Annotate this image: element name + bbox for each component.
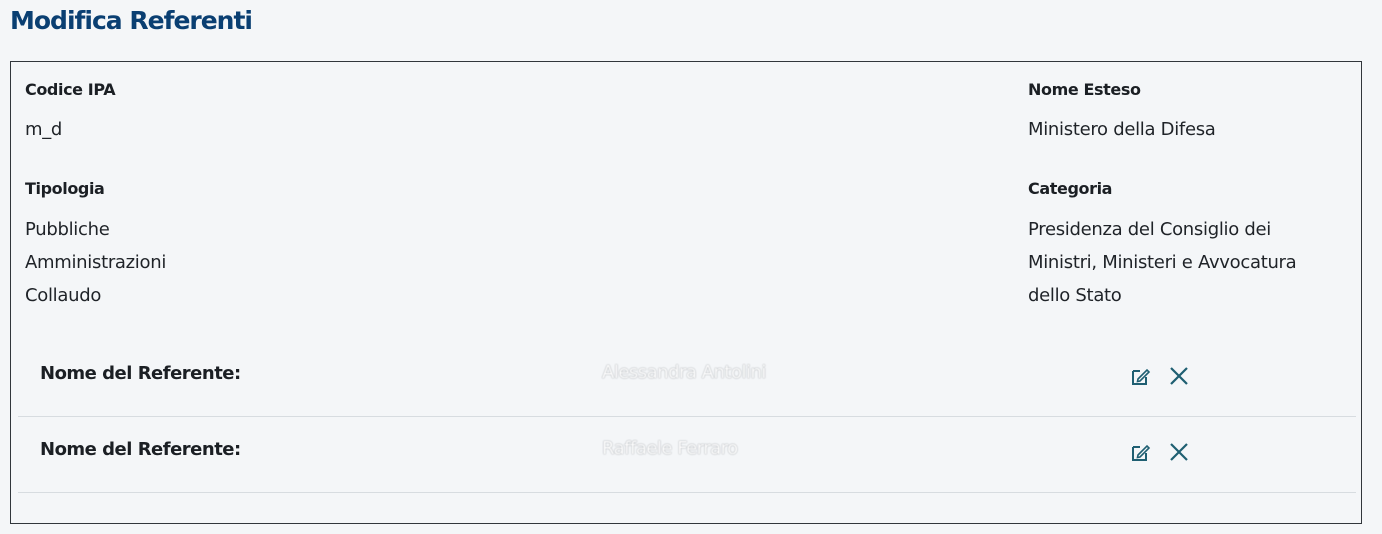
close-icon[interactable] <box>1166 439 1192 465</box>
codice-ipa-value: m_d <box>25 119 63 140</box>
referente-actions <box>1128 363 1192 389</box>
codice-ipa-label: Codice IPA <box>25 80 116 99</box>
nome-esteso-label: Nome Esteso <box>1028 80 1141 99</box>
referente-label: Nome del Referente: <box>40 439 241 460</box>
page-title: Modifica Referenti <box>10 6 253 35</box>
categoria-line: Presidenza del Consiglio dei <box>1028 219 1271 240</box>
categoria-line: Ministri, Ministeri e Avvocatura <box>1028 252 1297 273</box>
referente-row: Nome del Referente: Raffaele Ferraro <box>18 417 1356 493</box>
referente-actions <box>1128 439 1192 465</box>
tipologia-line: Collaudo <box>25 285 102 306</box>
categoria-line: dello Stato <box>1028 285 1122 306</box>
tipologia-line: Amministrazioni <box>25 252 167 273</box>
edit-icon[interactable] <box>1128 439 1154 465</box>
tipologia-line: Pubbliche <box>25 219 110 240</box>
ente-details-card: Codice IPA m_d Nome Esteso Ministero del… <box>10 61 1362 524</box>
referente-label: Nome del Referente: <box>40 363 241 384</box>
close-icon[interactable] <box>1166 363 1192 389</box>
referente-row: Nome del Referente: Alessandra Antolini <box>18 341 1356 417</box>
categoria-label: Categoria <box>1028 179 1113 198</box>
edit-icon[interactable] <box>1128 363 1154 389</box>
tipologia-label: Tipologia <box>25 179 105 198</box>
nome-esteso-value: Ministero della Difesa <box>1028 119 1216 140</box>
referente-name: Raffaele Ferraro <box>602 438 738 459</box>
categoria-value: Presidenza del Consiglio dei Ministri, M… <box>1028 213 1328 312</box>
tipologia-value: Pubbliche Amministrazioni Collaudo <box>25 213 325 312</box>
referente-name: Alessandra Antolini <box>602 362 766 383</box>
